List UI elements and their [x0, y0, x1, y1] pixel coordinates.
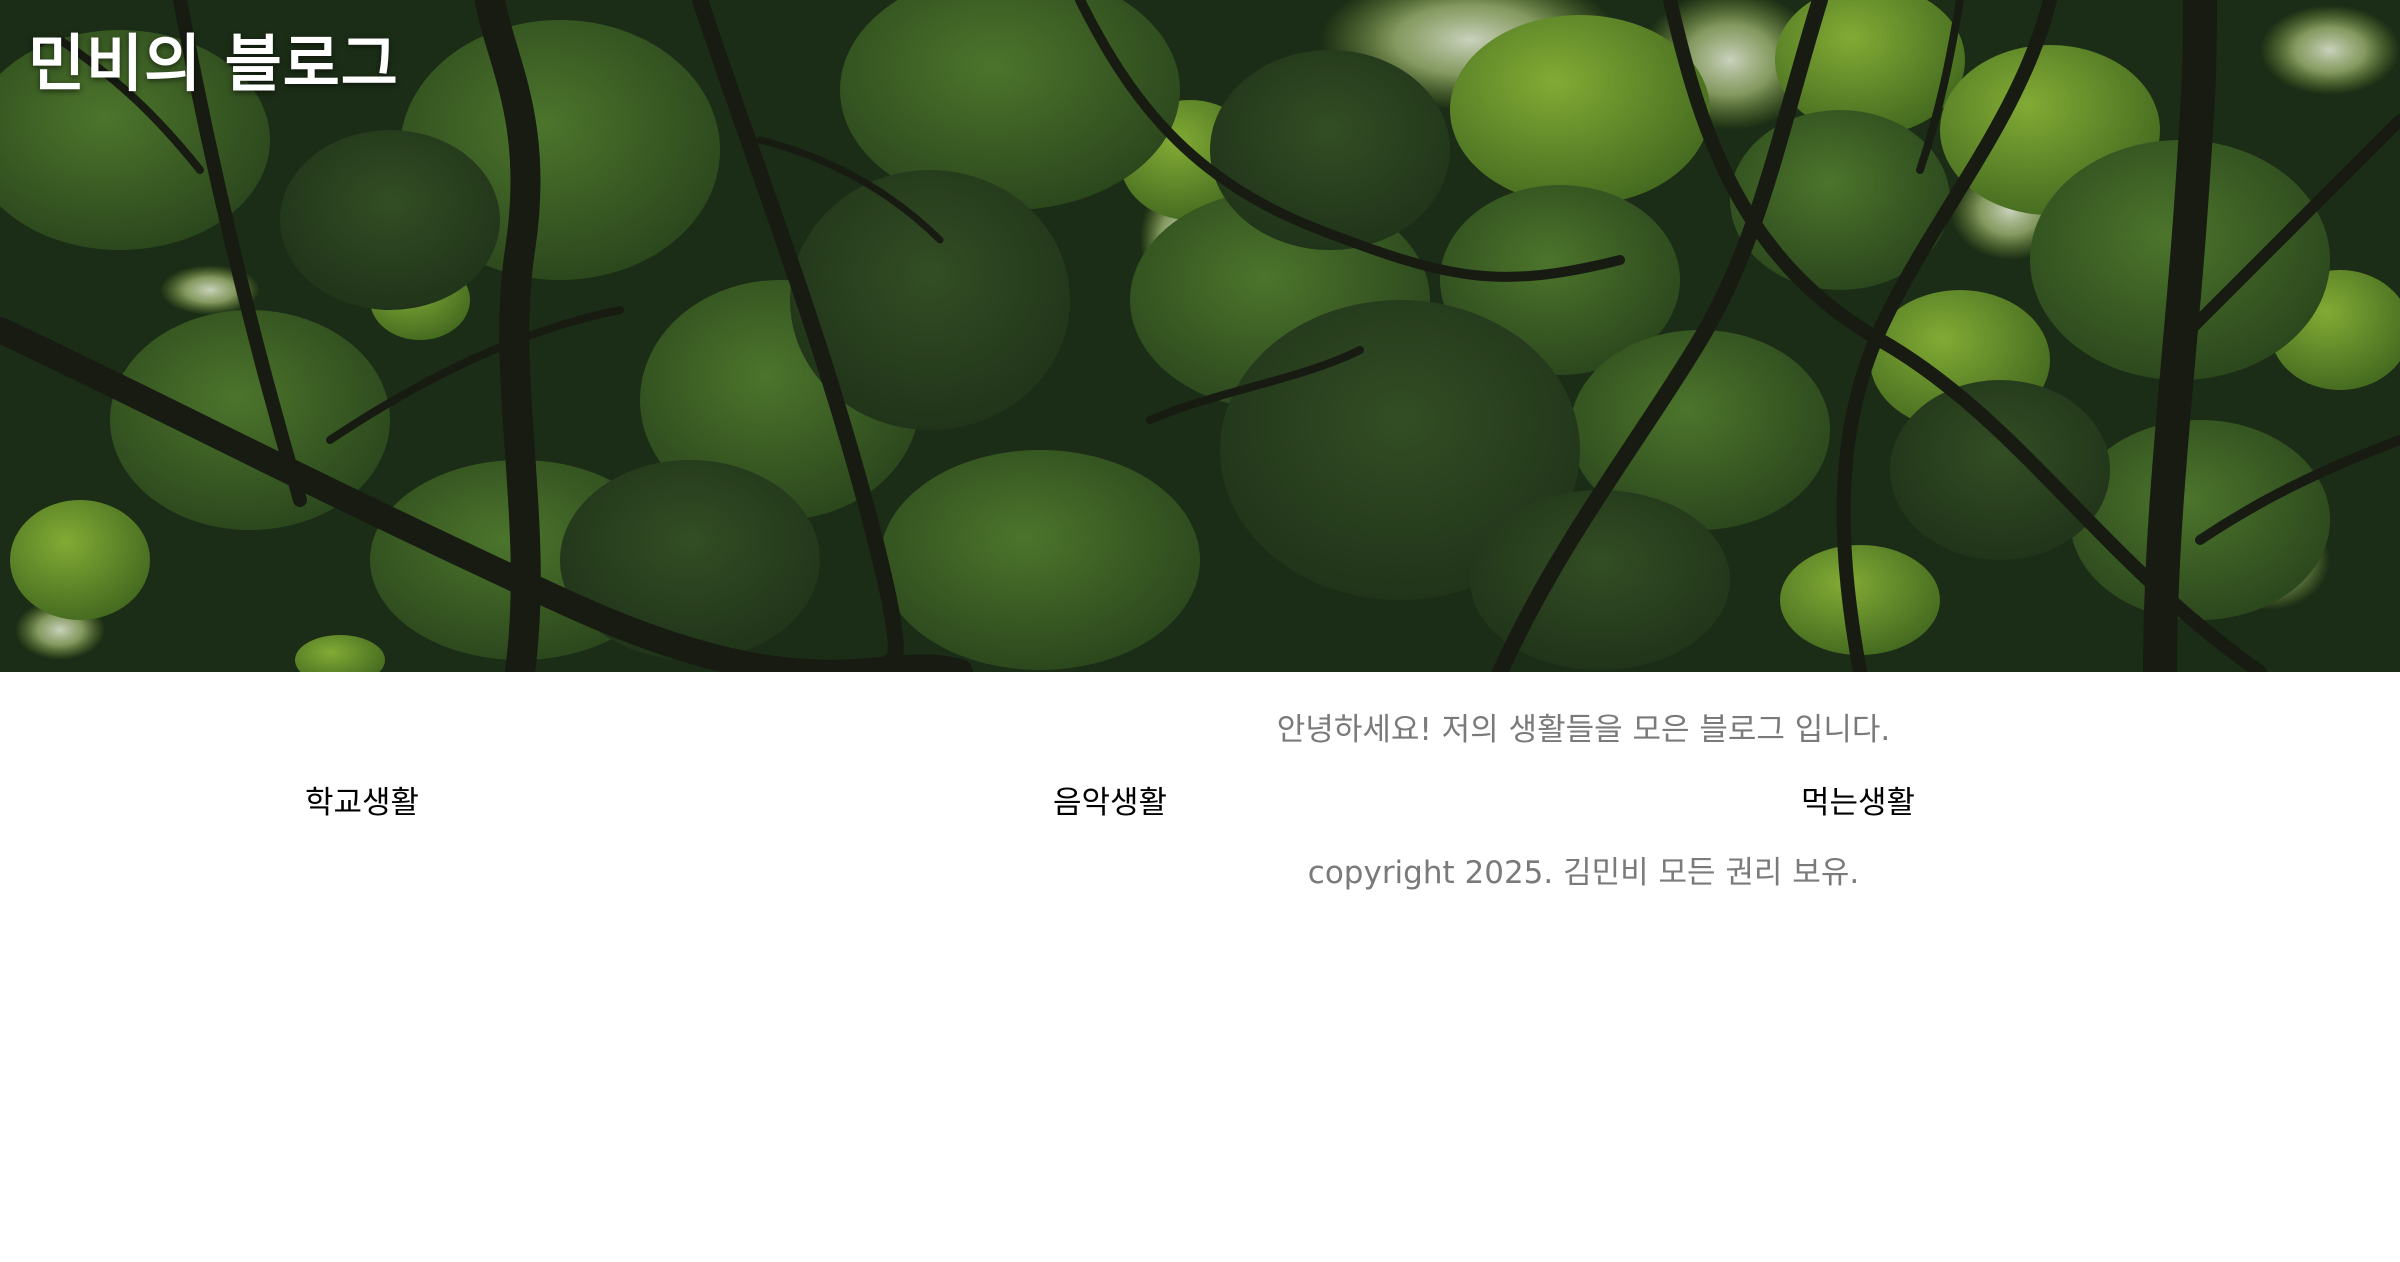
- category-nav: 학교생활 음악생활 먹는생활: [0, 775, 2400, 831]
- intro-text: 안녕하세요! 저의 생활들을 모은 블로그 입니다.: [1276, 712, 1891, 748]
- blog-page: 민비의 블로그 안녕하세요! 저의 생활들을 모은 블로그 입니다. 학교생활 …: [0, 0, 2400, 1262]
- hero-banner: 민비의 블로그: [0, 0, 2400, 672]
- copyright-text: copyright 2025. 김민비 모든 권리 보유.: [1307, 855, 1860, 891]
- nav-item-school-life[interactable]: 학교생활: [232, 775, 492, 831]
- nav-item-music-life[interactable]: 음악생활: [980, 775, 1240, 831]
- site-title[interactable]: 민비의 블로그: [28, 20, 399, 108]
- nav-item-eating-life[interactable]: 먹는생활: [1728, 775, 1988, 831]
